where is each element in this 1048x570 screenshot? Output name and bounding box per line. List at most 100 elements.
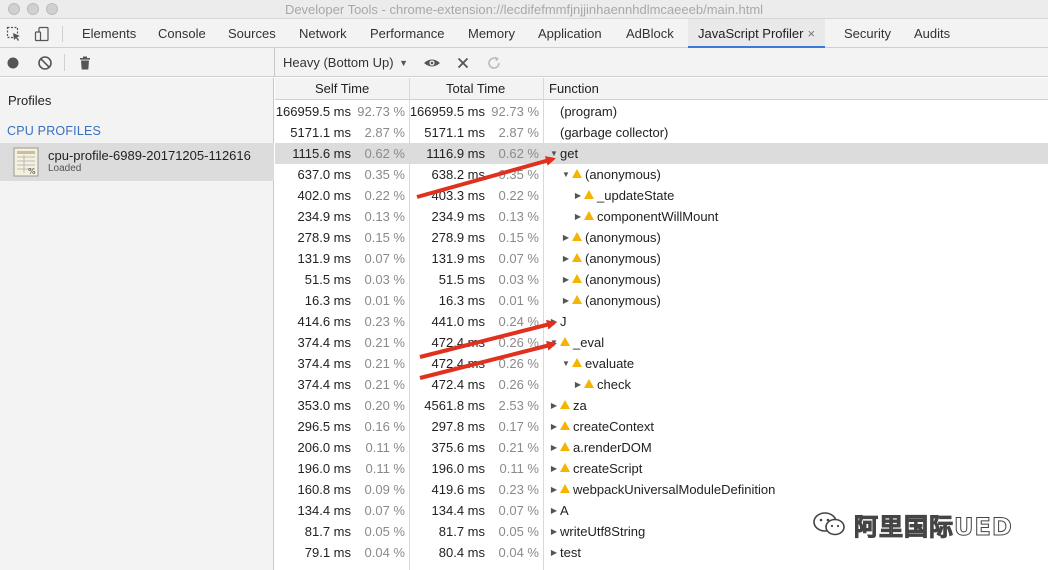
inspect-element-icon[interactable] (6, 26, 22, 42)
total-time-value: 80.4 ms (438, 545, 485, 560)
function-name[interactable]: createScript (573, 458, 642, 479)
function-name[interactable]: (anonymous) (585, 248, 661, 269)
collapsed-triangle-icon[interactable]: ▶ (549, 542, 559, 563)
function-name[interactable]: _eval (573, 332, 604, 353)
table-row[interactable]: 374.4 ms 0.21 % 472.4 ms 0.26 % ▼ evaluate (275, 353, 1048, 374)
tab-javascript-profiler[interactable]: JavaScript Profiler × (688, 19, 826, 48)
watermark-text: 阿里国际UED (854, 512, 1013, 541)
table-row[interactable]: 414.6 ms 0.23 % 441.0 ms 0.24 % ▶ J (275, 311, 1048, 332)
warning-icon (572, 295, 582, 304)
function-name[interactable]: A (560, 500, 569, 521)
tab-audits[interactable]: Audits (904, 19, 960, 48)
table-row[interactable]: 206.0 ms 0.11 % 375.6 ms 0.21 % ▶ a.renderDOM (275, 437, 1048, 458)
function-name[interactable]: writeUtf8String (560, 521, 645, 542)
table-row[interactable]: 402.0 ms 0.22 % 403.3 ms 0.22 % ▶ _updateStat… (275, 185, 1048, 206)
tab-network[interactable]: Network (289, 19, 357, 48)
table-row[interactable]: 353.0 ms 0.20 % 4561.8 ms 2.53 % ▶ za (275, 395, 1048, 416)
function-name[interactable]: _updateState (597, 185, 674, 206)
collapsed-triangle-icon[interactable]: ▶ (549, 521, 559, 542)
function-name[interactable]: (anonymous) (585, 290, 661, 311)
warning-icon (572, 253, 582, 262)
eye-icon[interactable] (423, 55, 441, 71)
record-icon[interactable] (5, 55, 21, 71)
collapsed-triangle-icon[interactable]: ▶ (561, 269, 571, 290)
function-name[interactable]: (anonymous) (585, 227, 661, 248)
table-row[interactable]: 374.4 ms 0.21 % 472.4 ms 0.26 % ▼ _eval (275, 332, 1048, 353)
tab-performance[interactable]: Performance (360, 19, 454, 48)
tab-adblock[interactable]: AdBlock (616, 19, 684, 48)
function-name[interactable]: webpackUniversalModuleDefinition (573, 479, 775, 500)
total-time-header[interactable]: Total Time (446, 81, 505, 96)
table-row[interactable]: 1115.6 ms 0.62 % 1116.9 ms 0.62 % ▼ get (275, 143, 1048, 164)
function-name[interactable]: test (560, 542, 581, 563)
collapsed-triangle-icon[interactable]: ▶ (561, 227, 571, 248)
clear-icon[interactable] (37, 55, 53, 71)
function-name[interactable]: (program) (560, 101, 617, 122)
expanded-triangle-icon[interactable]: ▼ (561, 353, 571, 374)
expanded-triangle-icon[interactable]: ▼ (549, 143, 559, 164)
function-name[interactable]: (anonymous) (585, 269, 661, 290)
function-name[interactable]: get (560, 143, 578, 164)
collapsed-triangle-icon[interactable]: ▶ (573, 374, 583, 395)
function-name[interactable]: (anonymous) (585, 164, 661, 185)
table-row[interactable]: 166959.5 ms 92.73 % 166959.5 ms 92.73 % (pro… (275, 101, 1048, 122)
table-row[interactable]: 160.8 ms 0.09 % 419.6 ms 0.23 % ▶ webpackUniv… (275, 479, 1048, 500)
collapsed-triangle-icon[interactable]: ▶ (549, 311, 559, 332)
tab-sources[interactable]: Sources (218, 19, 286, 48)
profile-name: cpu-profile-6989-20171205-112616 (48, 148, 251, 163)
function-cell: ▼ _eval (549, 332, 604, 353)
expanded-triangle-icon[interactable]: ▼ (561, 164, 571, 185)
view-mode-select[interactable]: Heavy (Bottom Up) ▼ (283, 55, 408, 70)
self-time-value: 5171.1 ms (290, 125, 351, 140)
collapsed-triangle-icon[interactable]: ▶ (549, 479, 559, 500)
tab-console[interactable]: Console (148, 19, 216, 48)
warning-icon (584, 190, 594, 199)
profile-list-item[interactable]: % cpu-profile-6989-20171205-112616 Loade… (0, 143, 274, 181)
total-time-percent: 0.26 % (498, 377, 539, 392)
function-name[interactable]: za (573, 395, 587, 416)
collapsed-triangle-icon[interactable]: ▶ (549, 437, 559, 458)
function-header[interactable]: Function (549, 81, 599, 96)
collapsed-triangle-icon[interactable]: ▶ (573, 185, 583, 206)
close-icon[interactable] (455, 55, 471, 71)
self-time-percent: 0.03 % (364, 272, 405, 287)
function-name[interactable]: J (560, 311, 567, 332)
tab-application[interactable]: Application (528, 19, 612, 48)
table-row[interactable]: 374.4 ms 0.21 % 472.4 ms 0.26 % ▶ check (275, 374, 1048, 395)
function-name[interactable]: createContext (573, 416, 654, 437)
expanded-triangle-icon[interactable]: ▼ (549, 332, 559, 353)
function-name[interactable]: a.renderDOM (573, 437, 652, 458)
collapsed-triangle-icon[interactable]: ▶ (561, 290, 571, 311)
collapsed-triangle-icon[interactable]: ▶ (573, 206, 583, 227)
tab-memory[interactable]: Memory (458, 19, 525, 48)
device-toolbar-icon[interactable] (34, 26, 50, 42)
table-row[interactable]: 296.5 ms 0.16 % 297.8 ms 0.17 % ▶ createConte… (275, 416, 1048, 437)
table-row[interactable]: 637.0 ms 0.35 % 638.2 ms 0.35 % ▼ (anonymous) (275, 164, 1048, 185)
collapsed-triangle-icon[interactable]: ▶ (549, 416, 559, 437)
table-row[interactable]: 51.5 ms 0.03 % 51.5 ms 0.03 % ▶ (anonymous) (275, 269, 1048, 290)
reload-icon[interactable] (486, 55, 502, 71)
function-name[interactable]: (garbage collector) (560, 122, 668, 143)
close-tab-icon[interactable]: × (807, 26, 815, 41)
table-row[interactable]: 79.1 ms 0.04 % 80.4 ms 0.04 % ▶ test (275, 542, 1048, 563)
self-time-header[interactable]: Self Time (315, 81, 369, 96)
collapsed-triangle-icon[interactable]: ▶ (549, 500, 559, 521)
table-row[interactable]: 131.9 ms 0.07 % 131.9 ms 0.07 % ▶ (anonymous) (275, 248, 1048, 269)
total-time-value: 134.4 ms (431, 503, 485, 518)
table-row[interactable]: 196.0 ms 0.11 % 196.0 ms 0.11 % ▶ createScrip… (275, 458, 1048, 479)
function-name[interactable]: evaluate (585, 353, 634, 374)
self-time-value: 206.0 ms (297, 440, 351, 455)
function-name[interactable]: check (597, 374, 631, 395)
function-cell: ▶ createScript (549, 458, 642, 479)
tab-security[interactable]: Security (834, 19, 901, 48)
collapsed-triangle-icon[interactable]: ▶ (549, 395, 559, 416)
table-row[interactable]: 278.9 ms 0.15 % 278.9 ms 0.15 % ▶ (anonymous) (275, 227, 1048, 248)
function-name[interactable]: componentWillMount (597, 206, 718, 227)
collapsed-triangle-icon[interactable]: ▶ (549, 458, 559, 479)
collapsed-triangle-icon[interactable]: ▶ (561, 248, 571, 269)
tab-elements[interactable]: Elements (72, 19, 146, 48)
table-row[interactable]: 234.9 ms 0.13 % 234.9 ms 0.13 % ▶ componentWi… (275, 206, 1048, 227)
trash-icon[interactable] (77, 55, 93, 71)
table-row[interactable]: 5171.1 ms 2.87 % 5171.1 ms 2.87 % (garbage c… (275, 122, 1048, 143)
table-row[interactable]: 16.3 ms 0.01 % 16.3 ms 0.01 % ▶ (anonymous) (275, 290, 1048, 311)
